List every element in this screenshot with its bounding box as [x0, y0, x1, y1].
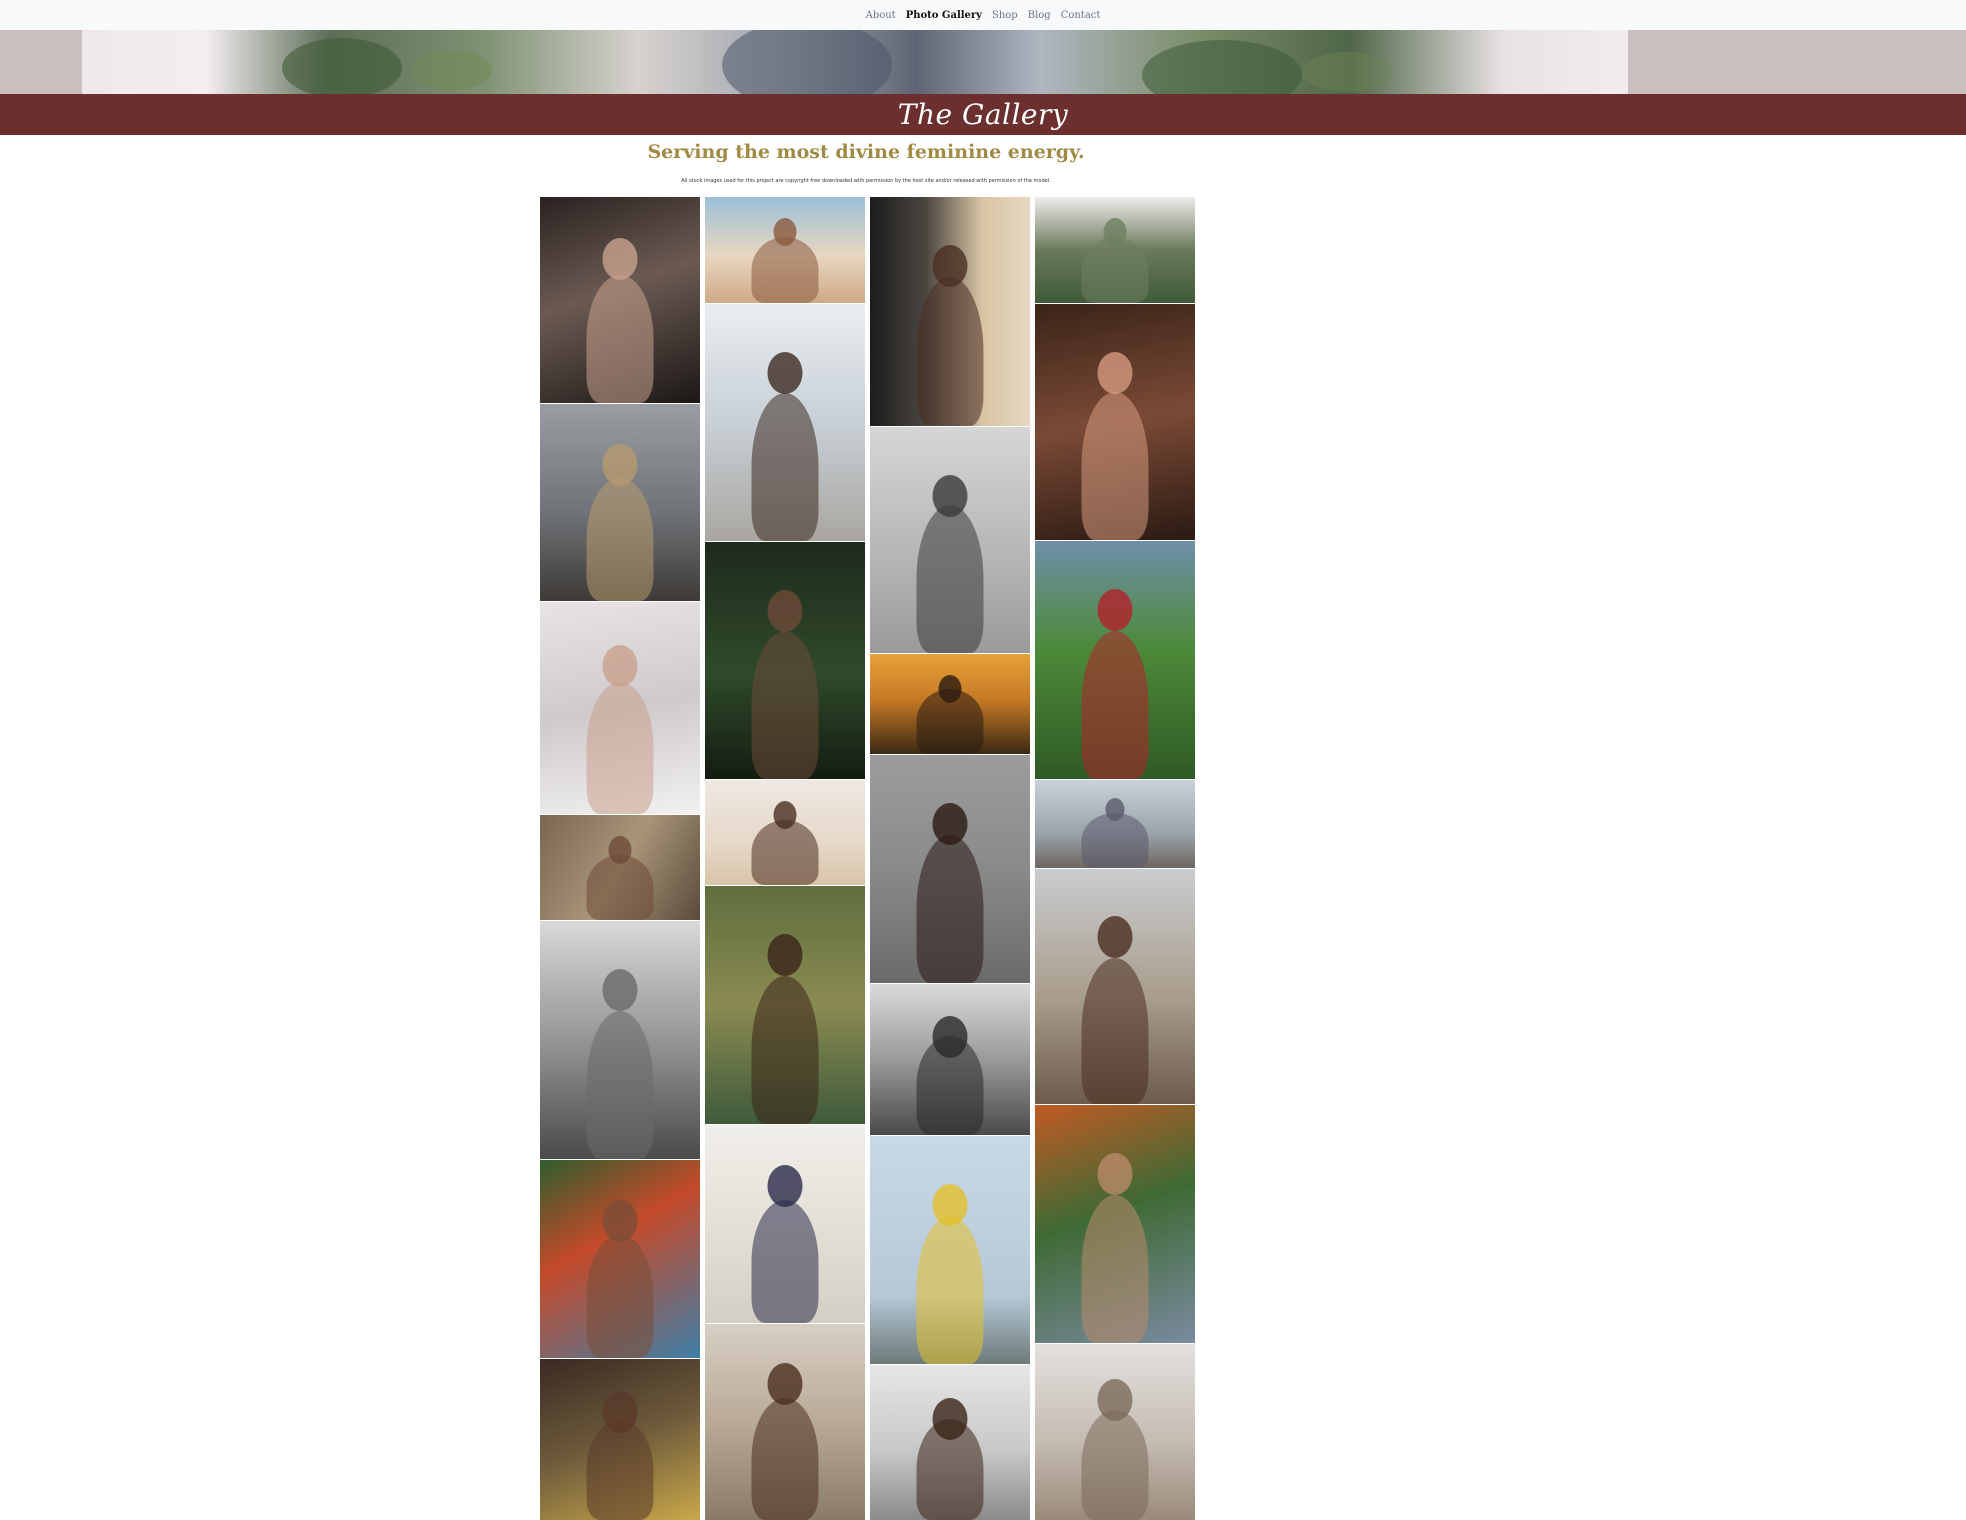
- gallery-column: [1035, 197, 1195, 1520]
- photo-subject-face: [602, 1199, 638, 1242]
- photo-subject-face: [1097, 589, 1133, 632]
- photo-subject-face: [602, 1390, 638, 1433]
- gallery-photo[interactable]: [870, 1136, 1030, 1364]
- photo-subject: [916, 1215, 984, 1364]
- photo-subject-face: [938, 675, 962, 704]
- photo-subject: [586, 854, 654, 920]
- photo-subject: [586, 1010, 654, 1159]
- photo-subject: [1081, 957, 1149, 1104]
- hero-image: [0, 30, 1966, 94]
- photo-subject-face: [767, 1164, 803, 1207]
- gallery-photo[interactable]: [540, 197, 700, 404]
- page-title: The Gallery: [897, 98, 1069, 131]
- photo-subject: [586, 478, 654, 602]
- top-navigation: About Photo Gallery Shop Blog Contact: [0, 0, 1966, 30]
- photo-subject: [751, 819, 819, 885]
- gallery-photo[interactable]: [1035, 780, 1195, 868]
- nav-item-photo-gallery[interactable]: Photo Gallery: [906, 10, 982, 21]
- nav-item-shop[interactable]: Shop: [992, 10, 1018, 21]
- photo-subject-face: [602, 968, 638, 1011]
- photo-gallery-grid: [540, 197, 1196, 1520]
- gallery-photo[interactable]: [1035, 197, 1195, 303]
- gallery-photo[interactable]: [1035, 1104, 1195, 1343]
- photo-subject-face: [767, 351, 803, 394]
- hero-photo: [82, 30, 1628, 94]
- photo-subject-face: [773, 218, 797, 246]
- gallery-photo[interactable]: [540, 1159, 700, 1358]
- photo-subject: [586, 275, 654, 404]
- photo-subject: [1081, 1410, 1149, 1520]
- gallery-photo[interactable]: [870, 426, 1030, 654]
- photo-subject: [916, 834, 984, 983]
- gallery-photo[interactable]: [705, 1124, 865, 1323]
- gallery-photo[interactable]: [540, 1358, 700, 1520]
- gallery-photo[interactable]: [870, 755, 1030, 983]
- photo-subject-face: [932, 803, 968, 846]
- image-credit-note: All stock images used for this project a…: [681, 178, 1051, 184]
- tagline: Serving the most divine feminine energy.: [647, 141, 1085, 163]
- photo-subject: [1081, 631, 1149, 780]
- nav-item-contact[interactable]: Contact: [1061, 10, 1101, 21]
- gallery-photo[interactable]: [870, 197, 1030, 426]
- nav-item-blog[interactable]: Blog: [1028, 10, 1051, 21]
- photo-subject-face: [932, 474, 968, 517]
- photo-subject: [751, 631, 819, 780]
- gallery-column: [870, 197, 1030, 1520]
- photo-subject-face: [767, 1362, 803, 1405]
- gallery-photo[interactable]: [1035, 303, 1195, 541]
- gallery-column: [705, 197, 865, 1520]
- photo-subject: [751, 236, 819, 303]
- photo-subject-face: [608, 836, 632, 865]
- photo-subject-face: [602, 645, 638, 688]
- photo-subject: [586, 682, 654, 815]
- photo-subject-face: [773, 801, 797, 830]
- photo-subject: [916, 276, 984, 426]
- gallery-photo[interactable]: [1035, 1343, 1195, 1520]
- photo-subject: [916, 505, 984, 654]
- photo-subject-face: [767, 590, 803, 633]
- photo-subject: [586, 1234, 654, 1358]
- photo-subject-face: [602, 238, 638, 280]
- photo-subject: [751, 1199, 819, 1323]
- photo-subject: [586, 1420, 654, 1520]
- photo-subject-face: [767, 933, 803, 976]
- gallery-photo[interactable]: [705, 542, 865, 780]
- photo-subject-face: [932, 1397, 968, 1440]
- gallery-photo[interactable]: [705, 780, 865, 885]
- gallery-column: [540, 197, 700, 1520]
- gallery-photo[interactable]: [870, 983, 1030, 1136]
- gallery-photo[interactable]: [540, 404, 700, 602]
- nav-item-about[interactable]: About: [866, 10, 896, 21]
- gallery-photo[interactable]: [870, 654, 1030, 755]
- photo-subject-face: [1103, 218, 1127, 246]
- gallery-photo[interactable]: [1035, 868, 1195, 1104]
- gallery-photo[interactable]: [540, 602, 700, 815]
- photo-subject: [751, 975, 819, 1124]
- photo-subject-face: [602, 444, 638, 487]
- gallery-photo[interactable]: [705, 885, 865, 1124]
- gallery-photo[interactable]: [705, 303, 865, 542]
- gallery-photo[interactable]: [705, 1323, 865, 1520]
- gallery-photo[interactable]: [705, 197, 865, 303]
- photo-subject-face: [932, 1015, 968, 1058]
- photo-subject-face: [1097, 351, 1133, 394]
- gallery-photo[interactable]: [540, 815, 700, 920]
- photo-subject-face: [1097, 1378, 1133, 1421]
- photo-subject: [1081, 392, 1149, 541]
- photo-subject-face: [1105, 798, 1125, 822]
- photo-subject-face: [932, 245, 968, 287]
- gallery-photo[interactable]: [540, 920, 700, 1159]
- photo-subject: [751, 393, 819, 542]
- gallery-banner: The Gallery: [0, 94, 1966, 135]
- photo-subject-face: [1097, 1152, 1133, 1195]
- photo-subject: [1081, 236, 1149, 303]
- gallery-photo[interactable]: [870, 1364, 1030, 1520]
- photo-subject-face: [932, 1184, 968, 1227]
- photo-subject-face: [1097, 915, 1133, 958]
- gallery-photo[interactable]: [1035, 541, 1195, 780]
- photo-subject: [1081, 1194, 1149, 1343]
- photo-subject: [751, 1398, 819, 1520]
